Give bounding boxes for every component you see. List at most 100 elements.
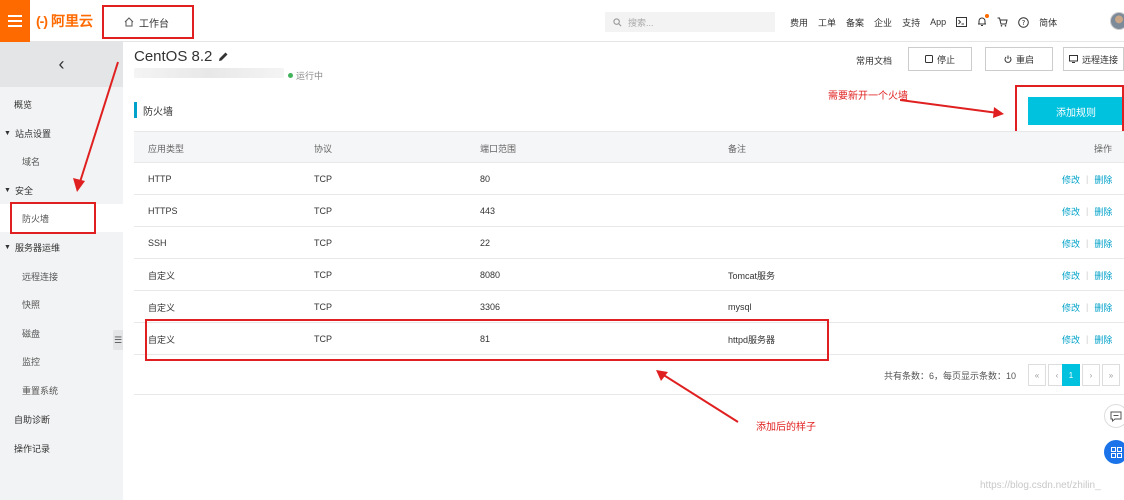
restart-button[interactable]: 重启 — [985, 47, 1053, 71]
remote-icon — [1068, 55, 1078, 63]
edit-link[interactable]: 修改 — [1062, 269, 1080, 282]
cell-actions: 修改 | 删除 — [1062, 195, 1122, 227]
chat-icon[interactable] — [1104, 404, 1124, 428]
cell-port: 22 — [480, 238, 491, 248]
page-last-button[interactable]: » — [1102, 364, 1120, 386]
page-first-button[interactable]: « — [1028, 364, 1046, 386]
bell-icon[interactable] — [977, 13, 990, 29]
edit-link[interactable]: 修改 — [1062, 205, 1080, 218]
edit-pencil-icon[interactable] — [218, 51, 229, 62]
annotation-bottom-text: 添加后的样子 — [756, 422, 816, 433]
annotation-top-text: 需要新开一个火墙 — [828, 91, 908, 102]
edit-link[interactable]: 修改 — [1062, 301, 1080, 314]
cell-remark: Tomcat服务 — [728, 270, 776, 281]
apps-grid-icon[interactable] — [1104, 440, 1124, 464]
annotation-arrow-up — [656, 370, 739, 423]
delete-link[interactable]: 删除 — [1094, 237, 1112, 250]
nav-link-tickets[interactable]: 工单 — [818, 16, 836, 29]
menu-icon[interactable] — [0, 0, 30, 42]
cell-app-type: SSH — [148, 238, 167, 248]
nav-link-enterprise[interactable]: 企业 — [874, 16, 892, 29]
page-current-button[interactable]: 1 — [1062, 364, 1080, 386]
table-row: HTTPS TCP 443 修改 | 删除 — [134, 195, 1124, 227]
pagination: 共有条数：6，每页显示条数：10 « ‹ 1 › » — [134, 355, 1124, 395]
annotation-arrow-sidebar — [73, 61, 119, 192]
docs-link[interactable]: 常用文档 — [856, 54, 892, 67]
pagination-summary: 共有条数：6，每页显示条数：10 — [884, 370, 1017, 381]
home-icon — [124, 17, 134, 27]
delete-link[interactable]: 删除 — [1094, 333, 1112, 346]
action-separator: | — [1086, 238, 1089, 248]
page-next-button[interactable]: › — [1082, 364, 1100, 386]
annotation-firewall-box — [10, 202, 96, 234]
cell-actions: 修改 | 删除 — [1062, 291, 1122, 323]
col-app-type: 应用类型 — [148, 143, 185, 154]
action-separator: | — [1086, 270, 1089, 280]
collapse-sidebar-icon[interactable]: ☰ — [113, 330, 123, 350]
cell-protocol: TCP — [314, 206, 332, 216]
cell-actions: 修改 | 删除 — [1062, 163, 1122, 195]
col-remark: 备注 — [728, 143, 747, 154]
edit-link[interactable]: 修改 — [1062, 173, 1080, 186]
terminal-icon[interactable] — [956, 17, 968, 27]
status-dot — [288, 73, 293, 78]
sidebar-item-server-ops[interactable]: ▼ 服务器运维 — [0, 233, 123, 261]
aliyun-logo[interactable]: (-) 阿里云 — [36, 11, 93, 31]
cell-protocol: TCP — [314, 238, 332, 248]
caret-down-icon: ▼ — [4, 129, 11, 137]
cell-app-type: HTTPS — [148, 206, 178, 216]
blurred-instance-info — [134, 68, 284, 78]
delete-link[interactable]: 删除 — [1094, 205, 1112, 218]
page-title: CentOS 8.2 — [134, 48, 229, 65]
sidebar-item-monitor[interactable]: 监控 — [0, 347, 123, 375]
sidebar-item-oplog[interactable]: 操作记录 — [0, 434, 123, 462]
sidebar-item-reset[interactable]: 重置系统 — [0, 376, 123, 404]
cell-actions: 修改 | 删除 — [1062, 227, 1122, 259]
nav-link-support[interactable]: 支持 — [902, 16, 920, 29]
stop-button[interactable]: 停止 — [908, 47, 972, 71]
cell-actions: 修改 | 删除 — [1062, 259, 1122, 291]
annotation-new-row-box — [145, 319, 829, 361]
svg-text:?: ? — [1022, 19, 1026, 27]
top-nav: 费用 工单 备案 企业 支持 App ? 简体 — [790, 12, 1057, 32]
delete-link[interactable]: 删除 — [1094, 173, 1112, 186]
table-header-row: 应用类型 协议 端口范围 备注 操作 — [134, 131, 1124, 163]
table-row: 自定义 TCP 8080 Tomcat服务 修改 | 删除 — [134, 259, 1124, 291]
col-port-range: 端口范围 — [480, 143, 517, 154]
caret-down-icon: ▼ — [4, 243, 11, 251]
sidebar-item-remote[interactable]: 远程连接 — [0, 262, 123, 290]
cell-actions: 修改 | 删除 — [1062, 323, 1122, 355]
cell-port: 8080 — [480, 270, 501, 280]
sidebar-item-disk[interactable]: 磁盘 — [0, 319, 123, 347]
cell-protocol: TCP — [314, 270, 332, 280]
language-switch[interactable]: 简体 — [1039, 16, 1057, 29]
search-icon — [613, 17, 622, 26]
action-separator: | — [1086, 174, 1089, 184]
watermark: https://blog.csdn.net/zhilin_ — [980, 480, 1101, 491]
section-title: 防火墙 — [134, 102, 173, 118]
action-separator: | — [1086, 206, 1089, 216]
edit-link[interactable]: 修改 — [1062, 333, 1080, 346]
nav-link-icp[interactable]: 备案 — [846, 16, 864, 29]
cell-port: 443 — [480, 206, 496, 216]
sidebar-item-diagnose[interactable]: 自助诊断 — [0, 405, 123, 433]
delete-link[interactable]: 删除 — [1094, 269, 1112, 282]
cart-icon[interactable] — [997, 17, 1008, 27]
cell-app-type: HTTP — [148, 174, 172, 184]
help-icon[interactable]: ? — [1018, 16, 1029, 28]
col-protocol: 协议 — [314, 143, 333, 154]
notification-dot — [985, 13, 990, 18]
delete-link[interactable]: 删除 — [1094, 301, 1112, 314]
avatar[interactable] — [1110, 12, 1124, 30]
edit-link[interactable]: 修改 — [1062, 237, 1080, 250]
status-badge: 运行中 — [288, 69, 323, 82]
search-input[interactable]: 搜索... — [605, 12, 775, 32]
power-icon — [1004, 55, 1012, 63]
remote-connect-button[interactable]: 远程连接 — [1063, 47, 1124, 71]
table-row: SSH TCP 22 修改 | 删除 — [134, 227, 1124, 259]
nav-link-app[interactable]: App — [930, 17, 946, 27]
sidebar-item-snapshot[interactable]: 快照 — [0, 290, 123, 318]
workbench-button[interactable]: 工作台 — [102, 5, 194, 39]
nav-link-billing[interactable]: 费用 — [790, 16, 808, 29]
annotation-arrow-right — [900, 99, 1004, 118]
